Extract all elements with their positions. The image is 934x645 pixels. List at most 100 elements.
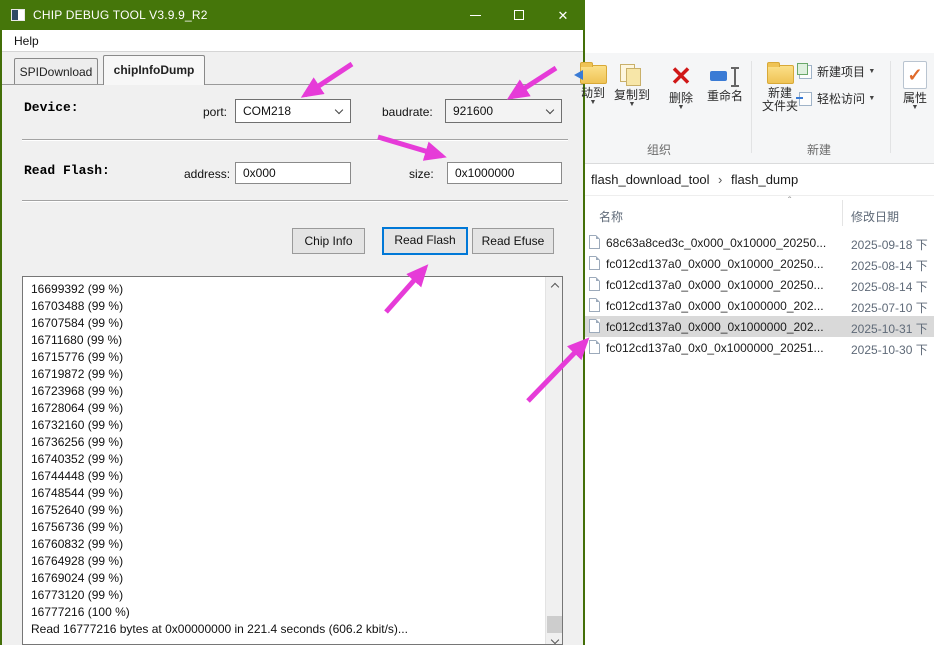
file-row[interactable]: fc012cd137a0_0x000_0x10000_20250... 2025-… <box>585 253 934 274</box>
file-name: 68c63a8ced3c_0x000_0x10000_20250... <box>606 236 827 250</box>
log-line: 16752640 (99 %) <box>31 503 124 517</box>
chevron-down-icon <box>545 105 555 115</box>
file-icon <box>589 256 600 270</box>
scroll-down-icon <box>550 635 559 644</box>
chevron-down-icon: ▼ <box>868 95 876 102</box>
port-value: COM218 <box>243 104 292 118</box>
read-efuse-button[interactable]: Read Efuse <box>472 228 554 254</box>
properties-button[interactable]: ✓ 属性 ▼ <box>897 59 933 111</box>
chip-info-button[interactable]: Chip Info <box>292 228 365 254</box>
log-line: 16707584 (99 %) <box>31 316 124 330</box>
sort-ascending-icon: ˆ <box>788 196 792 207</box>
scroll-up-button[interactable] <box>546 277 562 294</box>
file-row[interactable]: fc012cd137a0_0x000_0x1000000_202... 2025-… <box>585 316 934 337</box>
log-line: 16777216 (100 %) <box>31 605 130 619</box>
chevron-down-icon: ▼ <box>868 68 876 75</box>
address-label: address: <box>184 167 231 181</box>
log-line: Read 16777216 bytes at 0x00000000 in 221… <box>31 622 408 636</box>
file-date: 2025-08-14 下 <box>851 259 928 273</box>
log-line: 16736256 (99 %) <box>31 435 124 449</box>
move-to-icon <box>573 62 607 84</box>
column-separator[interactable] <box>842 200 843 226</box>
log-line: 16723968 (99 %) <box>31 384 124 398</box>
file-date: 2025-08-14 下 <box>851 280 928 294</box>
tab-underline <box>2 84 583 85</box>
breadcrumb-separator-icon: › <box>718 172 723 187</box>
file-explorer-panel: 动到 ▼ 复制到 ▼ ✕ 删除 ▼ 重命名 新建 文件夹 新建项目 ▼ 轻松访问… <box>573 0 934 645</box>
file-name: fc012cd137a0_0x000_0x10000_20250... <box>606 278 824 292</box>
ribbon-separator <box>890 61 891 153</box>
file-row[interactable]: fc012cd137a0_0x0_0x1000000_20251... 2025-… <box>585 337 934 358</box>
log-line: 16760832 (99 %) <box>31 537 124 551</box>
window-title: CHIP DEBUG TOOL V3.9.9_R2 <box>33 8 208 22</box>
window-controls: ✕ <box>453 0 585 30</box>
menu-bar: Help <box>2 30 583 52</box>
log-line: 16740352 (99 %) <box>31 452 124 466</box>
maximize-icon <box>514 10 524 20</box>
log-line: 16756736 (99 %) <box>31 520 124 534</box>
ribbon-separator <box>751 61 752 153</box>
file-row[interactable]: 68c63a8ced3c_0x000_0x10000_20250... 2025-… <box>585 232 934 253</box>
minimize-button[interactable] <box>453 0 497 30</box>
maximize-button[interactable] <box>497 0 541 30</box>
breadcrumb: flash_download_tool › flash_dump <box>585 164 934 196</box>
scroll-down-button[interactable] <box>546 633 562 644</box>
file-icon <box>589 340 600 354</box>
tab-spidownload[interactable]: SPIDownload <box>14 58 98 84</box>
log-line: 16769024 (99 %) <box>31 571 124 585</box>
delete-button[interactable]: ✕ 删除 ▼ <box>659 59 703 111</box>
column-headers: ˆ 名称 修改日期 <box>585 196 934 230</box>
read-flash-section-label: Read Flash: <box>24 163 110 178</box>
read-flash-button[interactable]: Read Flash <box>382 227 468 255</box>
file-list: 68c63a8ced3c_0x000_0x10000_20250... 2025-… <box>585 232 934 358</box>
port-label: port: <box>203 105 228 119</box>
log-line: 16715776 (99 %) <box>31 350 124 364</box>
file-icon <box>589 277 600 291</box>
easy-access-icon <box>796 91 812 106</box>
file-row[interactable]: fc012cd137a0_0x000_0x1000000_202... 2025-… <box>585 295 934 316</box>
log-scrollbar[interactable] <box>545 277 562 644</box>
log-line: 16699392 (99 %) <box>31 282 124 296</box>
chevron-down-icon: ▼ <box>589 99 597 106</box>
move-to-button[interactable]: 动到 ▼ <box>573 59 611 106</box>
log-line: 16728064 (99 %) <box>31 401 124 415</box>
log-line: 16711680 (99 %) <box>31 333 123 347</box>
new-folder-icon <box>766 62 794 84</box>
baudrate-value: 921600 <box>453 104 494 118</box>
titlebar[interactable]: CHIP DEBUG TOOL V3.9.9_R2 ✕ <box>0 0 585 30</box>
chip-debug-tool-window: CHIP DEBUG TOOL V3.9.9_R2 ✕ Help SPIDown… <box>0 0 585 645</box>
breadcrumb-parent[interactable]: flash_download_tool <box>591 172 710 187</box>
log-line: 16773120 (99 %) <box>31 588 124 602</box>
file-date: 2025-09-18 下 <box>851 238 928 252</box>
column-header-name[interactable]: 名称 <box>599 208 623 225</box>
rename-button[interactable]: 重命名 <box>700 59 750 103</box>
copy-to-button[interactable]: 复制到 ▼ <box>609 59 655 108</box>
baudrate-combobox[interactable]: 921600 <box>445 99 562 123</box>
file-row[interactable]: fc012cd137a0_0x000_0x10000_20250... 2025-… <box>585 274 934 295</box>
close-button[interactable]: ✕ <box>541 0 585 30</box>
new-item-button[interactable]: 新建项目 ▼ <box>797 62 876 80</box>
separator <box>22 139 568 141</box>
size-input[interactable]: 0x1000000 <box>447 162 562 184</box>
log-output-box: 16699392 (99 %) 16703488 (99 %) 16707584 (… <box>22 276 563 645</box>
separator <box>22 200 568 202</box>
address-input[interactable]: 0x000 <box>235 162 351 184</box>
copy-to-icon <box>620 64 644 86</box>
log-line: 16748544 (99 %) <box>31 486 124 500</box>
explorer-ribbon: 动到 ▼ 复制到 ▼ ✕ 删除 ▼ 重命名 新建 文件夹 新建项目 ▼ 轻松访问… <box>573 53 934 164</box>
log-line: 16764928 (99 %) <box>31 554 124 568</box>
size-label: size: <box>409 167 434 181</box>
tab-chipinfodump[interactable]: chipInfoDump <box>103 55 205 85</box>
delete-icon: ✕ <box>670 61 692 91</box>
tab-bar: SPIDownload chipInfoDump <box>2 52 583 85</box>
scrollbar-thumb[interactable] <box>547 616 562 633</box>
file-icon <box>589 298 600 312</box>
easy-access-button[interactable]: 轻松访问 ▼ <box>796 90 876 107</box>
menu-item-help[interactable]: Help <box>10 33 43 49</box>
breadcrumb-current[interactable]: flash_dump <box>731 172 798 187</box>
chevron-down-icon: ▼ <box>628 101 636 108</box>
port-combobox[interactable]: COM218 <box>235 99 351 123</box>
ribbon-group-organize: 组织 <box>646 143 671 157</box>
column-header-date[interactable]: 修改日期 <box>851 208 899 225</box>
file-name: fc012cd137a0_0x0_0x1000000_20251... <box>606 341 824 355</box>
